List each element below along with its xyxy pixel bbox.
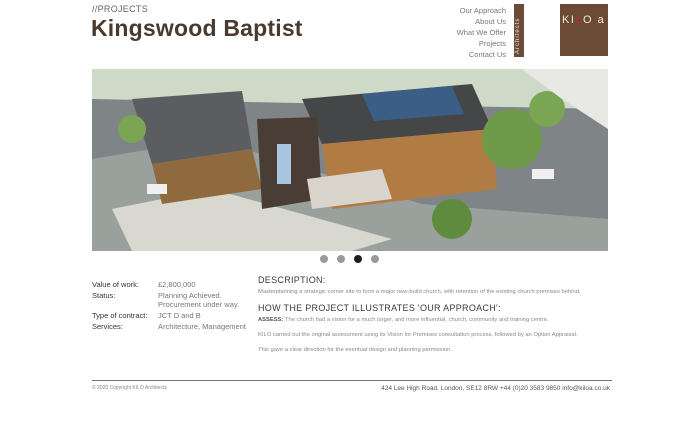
fact-label: Services: [92, 322, 123, 331]
project-render-illustration [92, 69, 608, 251]
fact-row-contract: Type of contract: JCT D and B [92, 311, 262, 320]
page-title: Kingswood Baptist [91, 15, 303, 41]
carousel-dot-3-active[interactable] [354, 255, 362, 263]
main-nav: Our Approach About Us What We Offer Proj… [457, 5, 506, 60]
project-facts: Value of work: £2,800,000 Status: Planni… [92, 280, 262, 333]
approach-paragraph-3: This gave a clear direction for the even… [258, 347, 452, 353]
nav-projects[interactable]: Projects [457, 38, 506, 49]
fact-row-value: Value of work: £2,800,000 [92, 280, 262, 289]
hero-image-project-render [92, 69, 608, 251]
fact-row-status: Status: Planning Achieved. Procurement u… [92, 291, 262, 309]
approach-heading: HOW THE PROJECT ILLUSTRATES 'OUR APPROAC… [258, 303, 501, 313]
nav-contact-us[interactable]: Contact Us [457, 49, 506, 60]
fact-row-services: Services: Architecture, Management [92, 322, 262, 331]
fact-value: Architecture, Management [158, 322, 246, 331]
nav-what-we-offer[interactable]: What We Offer [457, 27, 506, 38]
footer-copyright: © 2020 Copyright KILO Architects [92, 385, 167, 391]
carousel-dot-2[interactable] [337, 255, 345, 263]
carousel-indicators [320, 255, 379, 263]
architects-strip-text: Architects [515, 17, 521, 54]
carousel-dot-1[interactable] [320, 255, 328, 263]
footer-divider [92, 380, 612, 381]
nav-about-us[interactable]: About Us [457, 16, 506, 27]
architects-strip: Architects [514, 4, 524, 57]
approach-assess: ASSESS: The church had a vision for a mu… [258, 316, 608, 325]
description-text: Masterplanning a strategic corner site t… [258, 289, 581, 295]
approach-paragraph-2: KILO carried out the original assessment… [258, 332, 578, 338]
fact-label: Type of contract: [92, 311, 148, 320]
fact-value: Planning Achieved. Procurement under way… [158, 291, 240, 309]
fact-label: Value of work: [92, 280, 139, 289]
logo-text: KILO a [562, 14, 606, 26]
fact-value: £2,800,000 [158, 280, 196, 289]
fact-value: JCT D and B [158, 311, 201, 320]
breadcrumb: //PROJECTS [92, 4, 149, 14]
fact-label: Status: [92, 291, 116, 300]
kilo-logo[interactable]: KILO a [560, 4, 608, 56]
footer-contact[interactable]: 424 Lee High Road, London, SE12 8RW +44 … [381, 385, 610, 392]
assess-text: The church had a vision for a much large… [283, 317, 549, 323]
description-heading: DESCRIPTION: [258, 275, 326, 285]
carousel-dot-4[interactable] [371, 255, 379, 263]
assess-label: ASSESS: [258, 317, 284, 323]
project-description: DESCRIPTION: Masterplanning a strategic … [258, 275, 608, 361]
nav-our-approach[interactable]: Our Approach [457, 5, 506, 16]
